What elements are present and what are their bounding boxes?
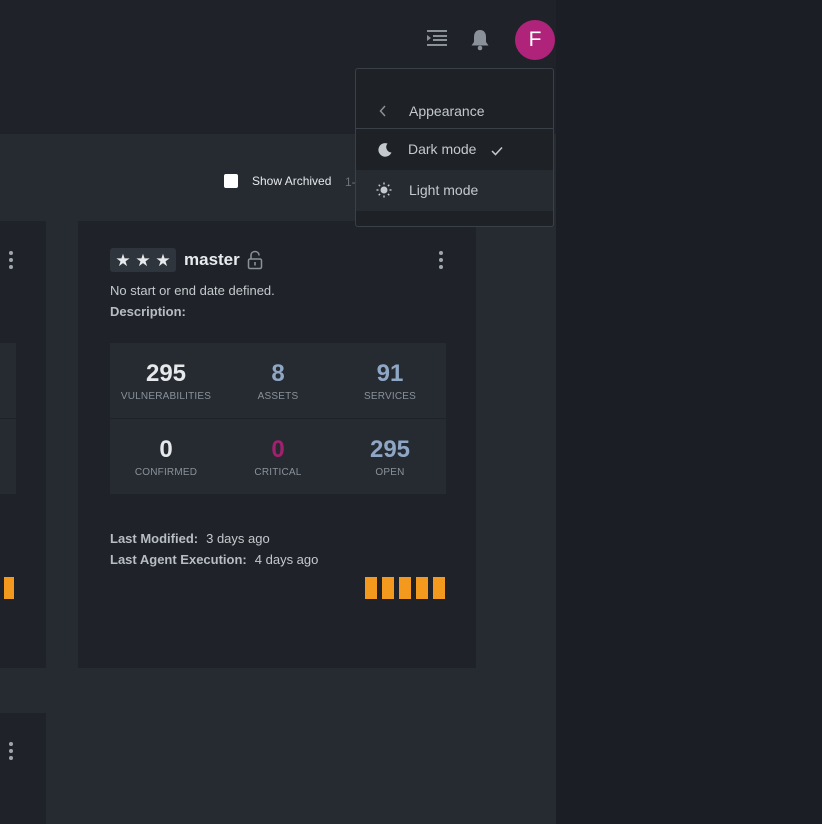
activity-bar xyxy=(365,577,377,599)
stat-vulnerabilities[interactable]: 295 VULNERABILITIES xyxy=(110,360,222,402)
star-icon[interactable]: ★ xyxy=(135,252,150,269)
activity-bars xyxy=(365,577,445,599)
stats-divider xyxy=(110,418,446,419)
activity-bar xyxy=(4,577,14,599)
sun-icon xyxy=(376,182,392,203)
stat-value: 91 xyxy=(376,360,404,387)
menu-item-dark-mode[interactable]: Dark mode xyxy=(356,129,553,170)
moon-icon xyxy=(377,142,393,163)
stat-value: 8 xyxy=(271,360,285,387)
activity-bar xyxy=(399,577,411,599)
activity-bar xyxy=(382,577,394,599)
dark-mode-label: Dark mode xyxy=(408,141,477,157)
list-icon[interactable] xyxy=(427,29,447,54)
stat-open[interactable]: 295 OPEN xyxy=(334,436,446,478)
stats-grid: 295 VULNERABILITIES 8 ASSETS 91 SERVICES… xyxy=(110,343,446,494)
last-modified: Last Modified: 3 days ago xyxy=(110,531,270,546)
last-modified-label: Last Modified: xyxy=(110,531,199,546)
stat-assets[interactable]: 8 ASSETS xyxy=(222,360,334,402)
stat-label: VULNERABILITIES xyxy=(120,391,212,402)
last-agent-label: Last Agent Execution: xyxy=(110,552,247,567)
chevron-left-icon[interactable] xyxy=(379,104,387,122)
description-label: Description: xyxy=(110,304,186,319)
workspace-card-partial[interactable] xyxy=(0,713,46,824)
stat-value: 295 xyxy=(145,360,187,387)
user-avatar[interactable]: F xyxy=(515,20,555,60)
last-agent-execution: Last Agent Execution: 4 days ago xyxy=(110,552,318,567)
show-archived-control[interactable]: Show Archived xyxy=(224,174,331,188)
card-menu-icon[interactable] xyxy=(439,251,443,269)
star-icon[interactable]: ★ xyxy=(155,252,170,269)
right-empty-area xyxy=(556,0,822,824)
last-agent-value: 4 days ago xyxy=(254,552,319,567)
star-icon[interactable]: ★ xyxy=(115,252,130,269)
stat-label: CONFIRMED xyxy=(134,467,198,478)
stat-services[interactable]: 91 SERVICES xyxy=(334,360,446,402)
appearance-title: Appearance xyxy=(409,103,485,119)
light-mode-label: Light mode xyxy=(409,182,479,198)
stat-value: 0 xyxy=(271,436,285,463)
stat-label: OPEN xyxy=(375,467,405,478)
last-modified-value: 3 days ago xyxy=(206,531,270,546)
unlock-icon[interactable] xyxy=(247,250,263,275)
card-menu-icon[interactable] xyxy=(9,742,13,760)
stats-stub xyxy=(0,343,16,418)
activity-bar xyxy=(416,577,428,599)
activity-bar xyxy=(433,577,445,599)
workspace-rating-stars[interactable]: ★ ★ ★ xyxy=(110,248,176,272)
card-menu-icon[interactable] xyxy=(9,251,13,269)
stat-value: 0 xyxy=(159,436,173,463)
appearance-back-button[interactable]: Appearance xyxy=(356,94,553,129)
workspace-name[interactable]: master xyxy=(184,250,240,270)
stat-label: ASSETS xyxy=(257,391,299,402)
stat-label: SERVICES xyxy=(364,391,416,402)
workspace-dates: No start or end date defined. xyxy=(110,283,275,298)
stats-stub xyxy=(0,419,16,494)
stat-confirmed[interactable]: 0 CONFIRMED xyxy=(110,436,222,478)
bell-icon[interactable] xyxy=(470,29,490,56)
show-archived-checkbox[interactable] xyxy=(224,174,238,188)
workspace-card-partial[interactable] xyxy=(0,221,46,668)
avatar-initial: F xyxy=(528,28,542,51)
check-icon xyxy=(491,143,503,161)
stat-critical[interactable]: 0 CRITICAL xyxy=(222,436,334,478)
menu-item-light-mode[interactable]: Light mode xyxy=(356,170,553,211)
stat-value: 295 xyxy=(369,436,411,463)
show-archived-label: Show Archived xyxy=(252,174,332,188)
appearance-menu: Appearance Dark mode Light mode xyxy=(355,68,554,227)
stat-label: CRITICAL xyxy=(254,467,302,478)
